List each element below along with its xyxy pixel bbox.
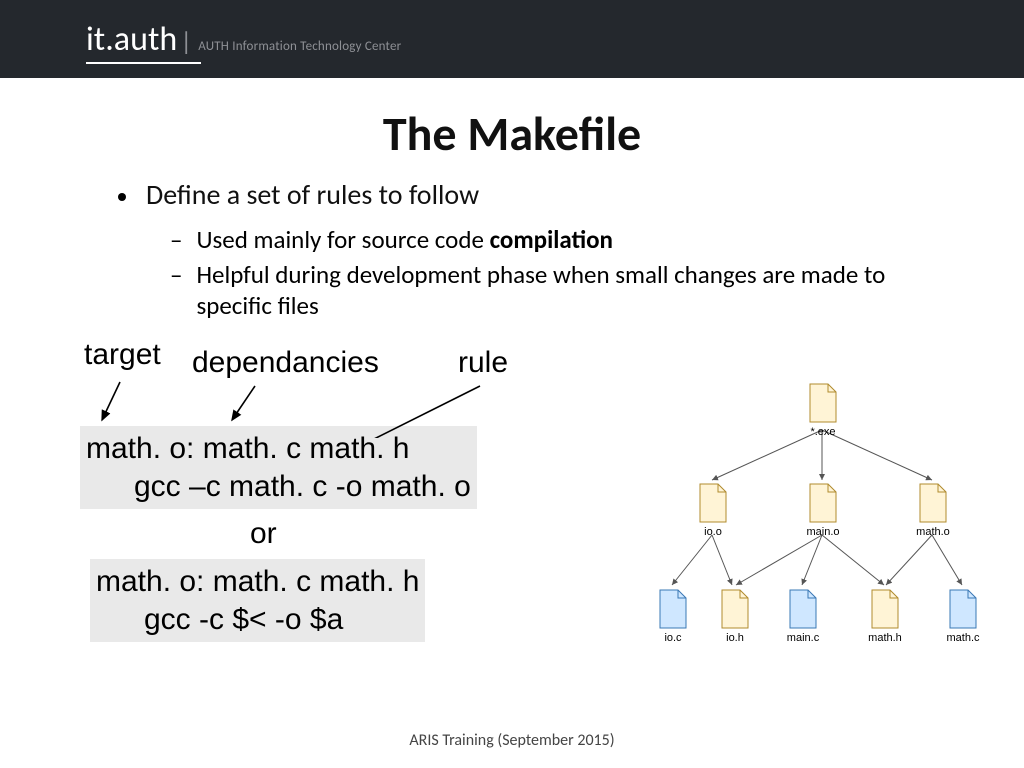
code-example-2: math. o: math. c math. h gcc -c $< -o $a (90, 559, 425, 642)
file-ioc: io.c (650, 588, 696, 644)
logo-underline (86, 62, 201, 64)
sub-bullet-1: – Used mainly for source code compilatio… (170, 224, 932, 255)
logo-auth: auth (114, 19, 177, 60)
file-label: main.c (787, 632, 819, 644)
file-label: io.c (664, 632, 681, 644)
header-bar: it . auth | AUTH Information Technology … (0, 0, 1024, 78)
file-icon (718, 588, 752, 630)
sub-bullet-1-text: Used mainly for source code compilation (196, 224, 613, 255)
file-icon (806, 382, 840, 424)
file-mathh: math.h (862, 588, 908, 644)
file-label: math.c (946, 632, 979, 644)
code2-line2: gcc -c $< -o $a (96, 601, 419, 639)
file-matho: math.o (910, 482, 956, 538)
dash-icon: – (170, 224, 182, 255)
logo-dot: . (105, 19, 114, 60)
file-mainc: main.c (780, 588, 826, 644)
code1-line1: math. o: math. c math. h (86, 430, 471, 468)
logo-separator: | (180, 25, 192, 57)
file-icon (946, 588, 980, 630)
file-icon (656, 588, 690, 630)
file-icon (806, 482, 840, 524)
slide-title: The Makefile (0, 104, 1024, 163)
file-maino: main.o (800, 482, 846, 538)
diagram-labels: target dependancies rule (80, 338, 640, 388)
file-label: io.o (704, 526, 722, 538)
content-area: Define a set of rules to follow – Used m… (0, 177, 1024, 321)
code1-line2: gcc –c math. c -o math. o (86, 468, 471, 506)
file-ioh: io.h (712, 588, 758, 644)
code-example-1: math. o: math. c math. h gcc –c math. c … (80, 426, 477, 509)
file-icon (696, 482, 730, 524)
file-label: io.h (726, 632, 744, 644)
file-label: *.exe (810, 426, 835, 438)
file-mathc: math.c (940, 588, 986, 644)
file-icon (916, 482, 950, 524)
file-label: math.o (916, 526, 950, 538)
file-label: math.h (868, 632, 902, 644)
sub-bullet-2: – Helpful during development phase when … (170, 259, 932, 321)
label-rule: rule (458, 346, 508, 380)
label-dependancies: dependancies (192, 346, 379, 380)
logo-subtitle: AUTH Information Technology Center (198, 39, 401, 54)
sub1-pre: Used mainly for source code (196, 224, 489, 255)
label-target: target (84, 338, 161, 372)
footer-text: ARIS Training (September 2015) (0, 731, 1024, 750)
bullet-dot-icon (118, 193, 126, 201)
logo-it: it (86, 19, 105, 60)
sub-bullet-list: – Used mainly for source code compilatio… (170, 224, 932, 321)
file-icon (786, 588, 820, 630)
sub1-bold: compilation (490, 224, 613, 255)
bullet-main: Define a set of rules to follow (92, 177, 932, 212)
makefile-diagram: target dependancies rule math. o: math. … (80, 338, 640, 642)
file-exe: *.exe (800, 382, 846, 438)
or-separator: or (250, 517, 640, 551)
dash-icon: – (170, 259, 182, 290)
file-tree: *.exe io.o main.o math.o io.c io.h main.… (654, 380, 994, 680)
sub-bullet-2-text: Helpful during development phase when sm… (196, 259, 932, 321)
file-ioo: io.o (690, 482, 736, 538)
site-logo: it . auth | AUTH Information Technology … (86, 19, 401, 60)
bullet-text: Define a set of rules to follow (146, 177, 479, 212)
file-label: main.o (806, 526, 839, 538)
code2-line1: math. o: math. c math. h (96, 563, 419, 601)
file-icon (868, 588, 902, 630)
